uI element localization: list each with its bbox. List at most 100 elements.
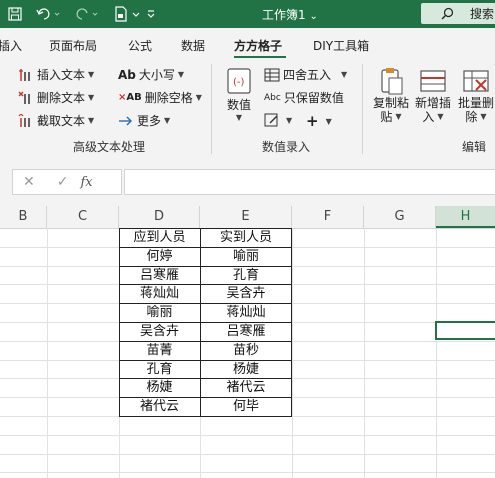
- formula-bar: ✕ ✓ fx: [0, 160, 495, 206]
- table-border: [119, 228, 292, 229]
- table-cell[interactable]: 吴含卉: [200, 284, 292, 303]
- delete-text-icon: [18, 91, 30, 104]
- formula-input[interactable]: [124, 169, 495, 195]
- column-header-g[interactable]: G: [364, 206, 436, 228]
- table-header-cell[interactable]: 实到人员: [200, 228, 292, 247]
- title-chevron-icon: ⌄: [309, 11, 318, 22]
- extract-text-icon: [18, 113, 30, 127]
- table-cell[interactable]: 蒋灿灿: [119, 284, 200, 303]
- table-cell[interactable]: 喻丽: [119, 303, 200, 322]
- window-title[interactable]: 工作簿1 ⌄: [262, 6, 318, 23]
- round-button[interactable]: 四舍五入 ▼: [264, 66, 347, 83]
- case-label: 大小写: [138, 68, 175, 82]
- worksheet-grid[interactable]: 应到人员 实到人员 何婷 喻丽 吕寒雁 孔育 蒋灿灿 吴含卉 喻丽 蒋灿灿 吴含卉 吕寒雁 苗菁 苗秒 孔育…: [0, 228, 495, 478]
- column-header-e[interactable]: E: [200, 206, 292, 228]
- table-cell[interactable]: 蒋灿灿: [200, 303, 292, 322]
- title-text: 工作簿1: [262, 8, 310, 22]
- table-cell[interactable]: 何婷: [119, 247, 200, 266]
- table-border: [119, 228, 120, 416]
- document-icon[interactable]: [112, 5, 130, 23]
- insert-text-button[interactable]: 插入文本 ▼: [18, 66, 94, 83]
- undo-icon[interactable]: [34, 5, 64, 23]
- more-button[interactable]: 更多 ▼: [118, 112, 170, 129]
- table-border: [119, 340, 292, 342]
- chevron-down-icon: ▼: [235, 113, 243, 122]
- ribbon: 插入文本 ▼ 删除文本 ▼ 截取文本 ▼ Ab 大小写 ▼ ×AB 删除空格 ▼ 更多 ▼ …: [0, 58, 495, 161]
- case-button[interactable]: Ab 大小写 ▼: [118, 66, 184, 83]
- delete-spaces-button[interactable]: ×AB 删除空格 ▼: [118, 89, 202, 106]
- table-border: [119, 322, 292, 323]
- table-cell[interactable]: 孔育: [119, 360, 200, 379]
- table-header-cell[interactable]: 应到人员: [119, 228, 200, 247]
- numeric-label: 数值: [226, 98, 251, 112]
- save-icon[interactable]: [6, 5, 24, 23]
- table-border: [291, 228, 292, 416]
- table-cell[interactable]: 孔育: [200, 266, 292, 285]
- chevron-down-icon: ▼: [395, 112, 402, 121]
- column-header-f[interactable]: F: [292, 206, 364, 228]
- column-header-c[interactable]: C: [47, 206, 119, 228]
- tab-diy-toolbox[interactable]: DIY工具箱: [313, 37, 369, 54]
- chevron-down-icon: ▼: [164, 116, 171, 125]
- add-button[interactable]: + ▼: [306, 112, 332, 130]
- tab-data[interactable]: 数据: [181, 37, 205, 54]
- table-cell[interactable]: 何毕: [200, 397, 292, 416]
- round-icon: [264, 68, 280, 81]
- tab-page-layout[interactable]: 页面布局: [49, 37, 97, 54]
- table-cell[interactable]: 苗秒: [200, 341, 292, 360]
- plus-icon: +: [306, 112, 319, 130]
- new-insert-button[interactable]: 新增插 入 ▼: [413, 66, 453, 124]
- tab-fangfang[interactable]: 方方格子: [234, 37, 282, 54]
- extract-text-label: 截取文本: [37, 114, 86, 128]
- delete-table-icon: [463, 70, 489, 92]
- table-cell[interactable]: 苗菁: [119, 341, 200, 360]
- grid-row-line: [0, 434, 495, 436]
- clipboard-icon: [381, 68, 403, 95]
- table-cell[interactable]: 吴含卉: [119, 322, 200, 341]
- customize-toolbar-icon[interactable]: [144, 5, 158, 23]
- title-bar: 工作簿1 ⌄ 搜索: [0, 0, 495, 28]
- redo-icon[interactable]: [72, 5, 102, 23]
- active-cell[interactable]: [435, 321, 495, 340]
- batch-delete-label-2: 除: [465, 110, 478, 124]
- delete-spaces-icon: ×AB: [118, 92, 142, 103]
- chevron-down-icon: ▼: [88, 93, 95, 102]
- document-menu-icon[interactable]: [130, 5, 142, 23]
- table-cell[interactable]: 杨婕: [200, 360, 292, 379]
- insert-function-icon[interactable]: fx: [80, 175, 92, 190]
- column-header-h[interactable]: H: [436, 206, 495, 228]
- batch-delete-label-1: 批量删: [457, 96, 494, 110]
- table-cell[interactable]: 吕寒雁: [119, 266, 200, 285]
- table-cell[interactable]: 喻丽: [200, 247, 292, 266]
- batch-delete-button[interactable]: 批量删 除 ▼: [456, 66, 495, 124]
- numeric-icon: (-): [227, 68, 251, 94]
- numeric-button[interactable]: (-) 数值 ▼: [224, 66, 254, 122]
- table-border: [119, 378, 292, 380]
- group-label-edit: 编辑: [462, 140, 487, 154]
- svg-text:(-): (-): [233, 77, 245, 88]
- search-box[interactable]: 搜索: [421, 3, 495, 24]
- grid-row-line: [0, 472, 495, 474]
- table-border: [200, 228, 201, 416]
- copy-paste-button[interactable]: 复制粘 贴 ▼: [371, 66, 411, 124]
- tab-formulas[interactable]: 公式: [128, 37, 152, 54]
- extract-text-button[interactable]: 截取文本 ▼: [18, 112, 94, 129]
- column-header-b[interactable]: B: [0, 206, 47, 228]
- table-cell[interactable]: 褚代云: [200, 378, 292, 397]
- tab-insert[interactable]: 插入: [0, 37, 22, 54]
- confirm-icon[interactable]: ✓: [57, 174, 69, 190]
- table-border: [119, 416, 292, 417]
- ribbon-separator: [211, 64, 212, 154]
- keep-numeric-label: 只保留数值: [283, 91, 344, 105]
- chevron-down-icon: ▼: [286, 115, 293, 125]
- format-button[interactable]: ▼: [264, 112, 292, 128]
- column-header-d[interactable]: D: [119, 206, 200, 228]
- cancel-icon[interactable]: ✕: [23, 174, 35, 190]
- delete-text-button[interactable]: 删除文本 ▼: [18, 89, 94, 106]
- table-cell[interactable]: 吕寒雁: [200, 322, 292, 341]
- chevron-down-icon: ▼: [341, 70, 348, 79]
- keep-numeric-button[interactable]: Abc 只保留数值: [264, 89, 344, 106]
- table-cell[interactable]: 褚代云: [119, 397, 200, 416]
- table-cell[interactable]: 杨婕: [119, 378, 200, 397]
- chevron-down-icon: ▼: [88, 70, 95, 79]
